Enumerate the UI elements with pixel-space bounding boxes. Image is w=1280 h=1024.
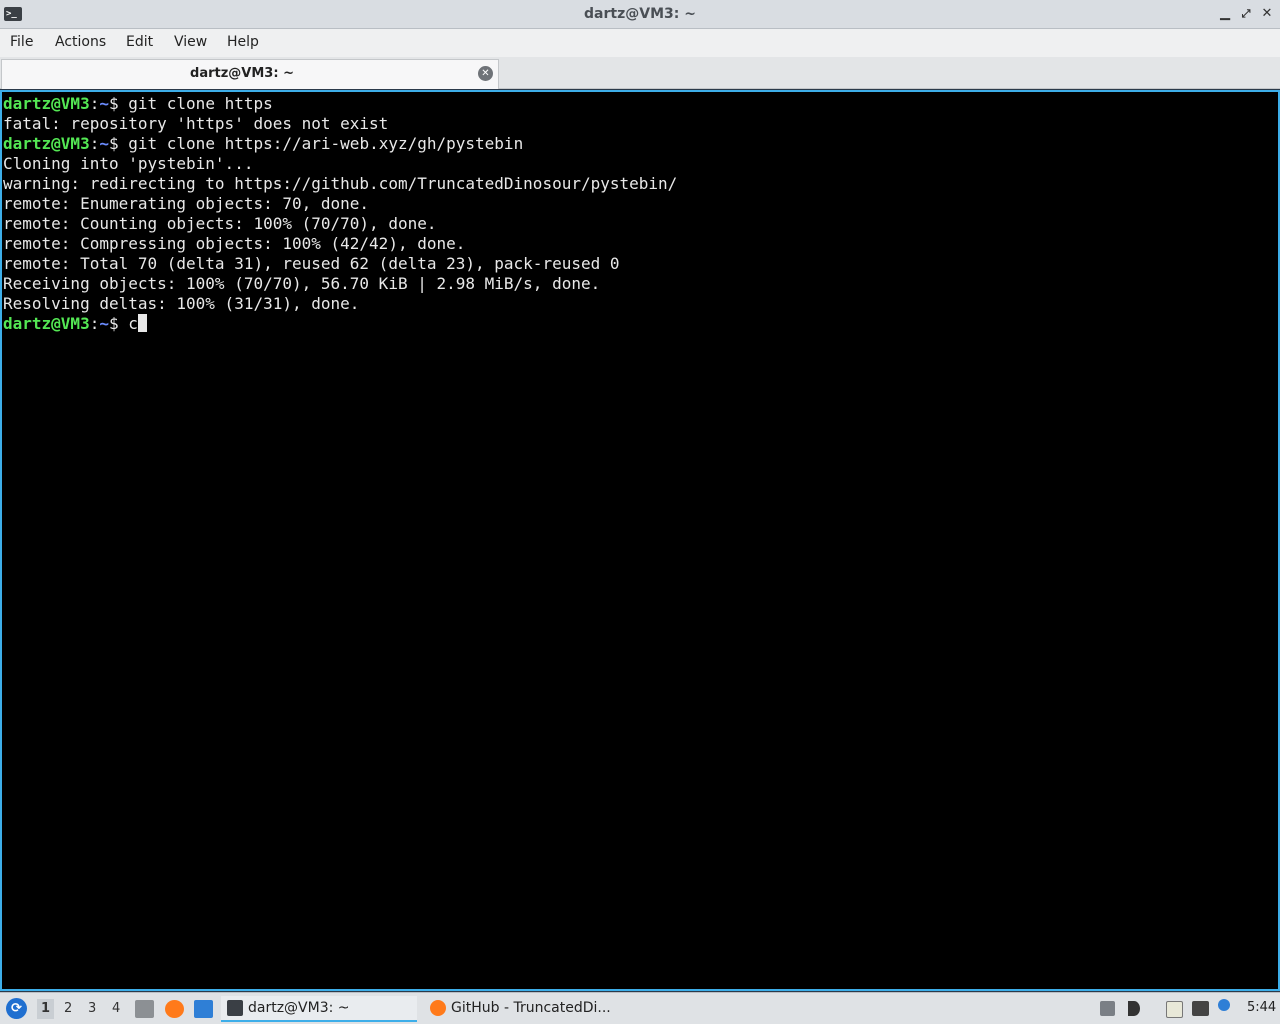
tab-terminal[interactable]: dartz@VM3: ~ ✕ <box>1 59 499 89</box>
firefox-icon <box>430 1000 446 1016</box>
terminal-view[interactable]: dartz@VM3:~$ git clone https fatal: repos… <box>0 90 1280 991</box>
command-text: c <box>128 314 138 333</box>
terminal-output-line: remote: Total 70 (delta 31), reused 62 (… <box>3 254 620 273</box>
terminal-cursor <box>137 314 147 332</box>
task-label: dartz@VM3: ~ <box>248 1000 350 1016</box>
command-text: git clone https <box>128 94 273 113</box>
prompt-symbol: $ <box>108 94 129 113</box>
prompt-separator: : <box>89 94 100 113</box>
workspace-3[interactable]: 3 <box>88 1001 96 1016</box>
clipboard-icon[interactable] <box>1166 1001 1183 1018</box>
task-firefox-github[interactable]: GitHub - TruncatedDi... <box>424 996 624 1022</box>
prompt-user-host: dartz@VM3 <box>3 134 90 153</box>
command-text: git clone https://ari-web.xyz/gh/pystebi… <box>128 134 524 153</box>
menu-file[interactable]: File <box>10 34 33 50</box>
close-tab-icon[interactable]: ✕ <box>478 66 493 81</box>
terminal-icon <box>227 1000 243 1016</box>
show-desktop-icon[interactable] <box>194 1000 213 1018</box>
window-title: dartz@VM3: ~ <box>584 6 696 22</box>
task-terminal[interactable]: dartz@VM3: ~ <box>221 996 417 1022</box>
prompt-user-host: dartz@VM3 <box>3 314 90 333</box>
workspace-2[interactable]: 2 <box>64 1001 72 1016</box>
terminal-output-line: Receiving objects: 100% (70/70), 56.70 K… <box>3 274 601 293</box>
terminal-output-line: warning: redirecting to https://github.c… <box>3 174 678 193</box>
terminal-output-line: remote: Compressing objects: 100% (42/42… <box>3 234 466 253</box>
task-label: GitHub - TruncatedDi... <box>451 1000 611 1016</box>
prompt-path: ~ <box>99 94 109 113</box>
taskbar: ⟳ 1 2 3 4 dartz@VM3: ~ GitHub - Truncate… <box>0 992 1280 1024</box>
prompt-symbol: $ <box>108 314 129 333</box>
close-window-button[interactable]: ✕ <box>1259 6 1275 22</box>
workspace-1[interactable]: 1 <box>37 999 55 1019</box>
menubar: File Actions Edit View Help <box>0 29 1280 57</box>
prompt-separator: : <box>89 314 100 333</box>
prompt-symbol: $ <box>108 134 129 153</box>
clock[interactable]: 5:44 <box>1247 1000 1276 1015</box>
update-notifier-icon[interactable] <box>1218 999 1230 1011</box>
prompt-user-host: dartz@VM3 <box>3 94 90 113</box>
tab-label: dartz@VM3: ~ <box>190 66 294 81</box>
window-titlebar: >_ dartz@VM3: ~ ▁ ⤢ ✕ <box>0 0 1280 29</box>
removable-drive-icon[interactable] <box>1100 1001 1115 1016</box>
menu-actions[interactable]: Actions <box>55 34 106 50</box>
terminal-prompt-line: dartz@VM3:~$ c <box>3 314 677 334</box>
minimize-button[interactable]: ▁ <box>1217 6 1233 22</box>
menu-view[interactable]: View <box>174 34 207 50</box>
prompt-path: ~ <box>99 314 109 333</box>
terminal-output-line: Cloning into 'pystebin'... <box>3 154 254 173</box>
network-icon[interactable] <box>1192 1001 1209 1016</box>
file-manager-icon[interactable] <box>135 1000 154 1018</box>
terminal-output: dartz@VM3:~$ git clone https fatal: repos… <box>3 94 677 334</box>
prompt-path: ~ <box>99 134 109 153</box>
terminal-output-line: remote: Counting objects: 100% (70/70), … <box>3 214 437 233</box>
workspace-4[interactable]: 4 <box>112 1001 120 1016</box>
terminal-output-line: fatal: repository 'https' does not exist <box>3 114 389 133</box>
terminal-output-line: remote: Enumerating objects: 70, done. <box>3 194 370 213</box>
prompt-separator: : <box>89 134 100 153</box>
menu-edit[interactable]: Edit <box>126 34 153 50</box>
terminal-prompt-line: dartz@VM3:~$ git clone https <box>3 94 677 114</box>
terminal-prompt-line: dartz@VM3:~$ git clone https://ari-web.x… <box>3 134 677 154</box>
menu-help[interactable]: Help <box>227 34 259 50</box>
firefox-icon[interactable] <box>165 1000 184 1018</box>
lubuntu-start-icon[interactable]: ⟳ <box>6 998 27 1019</box>
tab-bar: dartz@VM3: ~ ✕ <box>0 57 1280 89</box>
terminal-output-line: Resolving deltas: 100% (31/31), done. <box>3 294 360 313</box>
maximize-button[interactable]: ⤢ <box>1238 6 1254 22</box>
volume-icon[interactable] <box>1128 1001 1140 1016</box>
